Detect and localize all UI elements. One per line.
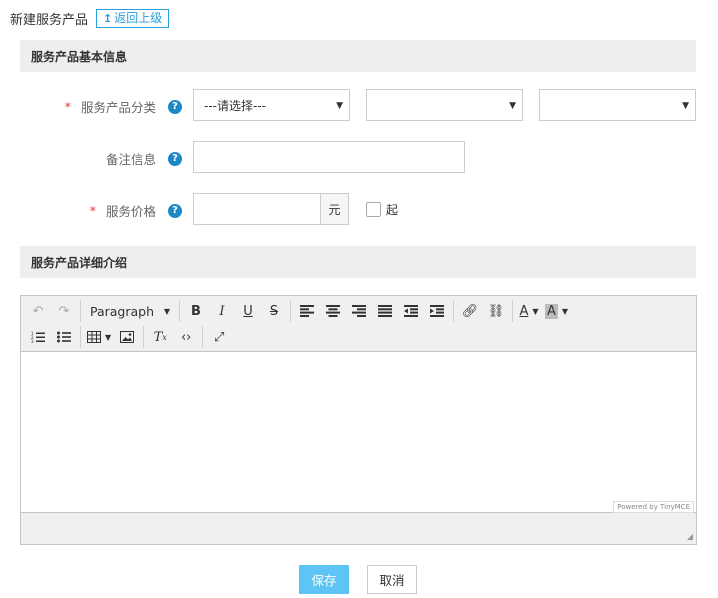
underline-icon[interactable]: U: [235, 300, 261, 322]
form-actions: 保存 取消: [0, 565, 718, 594]
section-basic-info: 服务产品基本信息: [20, 40, 696, 72]
section-detail: 服务产品详细介绍: [20, 246, 696, 278]
undo-icon[interactable]: ↶: [25, 300, 51, 322]
chevron-down-icon: ▼: [509, 101, 516, 111]
align-justify-icon[interactable]: [372, 300, 398, 322]
back-label: 返回上级: [114, 10, 163, 25]
toolbar-row-2: 123 ▼ Tx ‹› ⤢: [25, 324, 692, 350]
toolbar-divider: [80, 326, 81, 348]
category-row: * 服务产品分类 ? ---请选择--- ▼ ▼ ▼: [20, 89, 696, 121]
help-icon[interactable]: ?: [168, 151, 182, 166]
remark-input[interactable]: [193, 141, 465, 173]
strikethrough-icon[interactable]: S: [261, 300, 287, 322]
price-label-group: * 服务价格 ?: [90, 201, 182, 220]
remark-label-group: 备注信息 ?: [106, 149, 182, 168]
category-select-2[interactable]: ▼: [366, 89, 523, 121]
category-label: 服务产品分类: [80, 100, 156, 115]
save-button[interactable]: 保存: [299, 565, 349, 594]
align-right-icon[interactable]: [346, 300, 372, 322]
toolbar-divider: [453, 300, 454, 322]
required-mark: *: [89, 203, 96, 218]
outdent-icon[interactable]: [398, 300, 424, 322]
numbered-list-icon[interactable]: 123: [25, 326, 51, 348]
powered-by-label[interactable]: Powered by TinyMCE: [613, 501, 694, 513]
help-icon[interactable]: ?: [168, 203, 182, 218]
align-left-icon[interactable]: [294, 300, 320, 322]
fullscreen-icon[interactable]: ⤢: [206, 326, 232, 348]
format-label: Paragraph: [90, 303, 155, 319]
clear-formatting-icon[interactable]: Tx: [147, 326, 173, 348]
back-arrow-icon: ↥: [103, 11, 113, 25]
chevron-down-icon: ▼: [682, 101, 689, 111]
help-icon[interactable]: ?: [168, 99, 182, 114]
align-center-icon[interactable]: [320, 300, 346, 322]
toolbar-divider: [512, 300, 513, 322]
format-select[interactable]: Paragraph ▼: [84, 300, 176, 322]
image-icon[interactable]: [114, 326, 140, 348]
editor-toolbar: ↶ ↷ Paragraph ▼ B I U S 🔗︎ ⛓︎ A ▼ A ▼ 1 …: [21, 296, 696, 352]
svg-text:3: 3: [31, 339, 34, 343]
rich-text-editor: ↶ ↷ Paragraph ▼ B I U S 🔗︎ ⛓︎ A ▼ A ▼ 1 …: [20, 295, 697, 545]
link-icon[interactable]: 🔗︎: [457, 300, 483, 322]
price-from-label: 起: [386, 203, 399, 217]
source-code-icon[interactable]: ‹›: [173, 326, 199, 348]
price-from-option[interactable]: 起: [366, 201, 398, 218]
price-row: * 服务价格 ? 元 起: [20, 193, 696, 225]
table-icon[interactable]: ▼: [84, 326, 114, 348]
page-title: 新建服务产品: [10, 12, 89, 28]
category-label-group: * 服务产品分类 ?: [65, 97, 182, 116]
toolbar-divider: [202, 326, 204, 348]
toolbar-divider: [143, 326, 145, 348]
category-select-1[interactable]: ---请选择--- ▼: [193, 89, 350, 121]
remark-row: 备注信息 ?: [20, 141, 696, 173]
toolbar-divider: [80, 300, 81, 322]
required-mark: *: [64, 99, 71, 114]
text-color-icon[interactable]: A ▼: [516, 300, 542, 322]
remark-label: 备注信息: [105, 152, 156, 167]
cancel-button[interactable]: 取消: [367, 565, 417, 594]
editor-statusbar: Powered by TinyMCE ◢: [21, 501, 696, 544]
toolbar-divider: [179, 300, 180, 322]
italic-icon[interactable]: I: [209, 300, 235, 322]
toolbar-divider: [290, 300, 291, 322]
redo-icon[interactable]: ↷: [51, 300, 77, 322]
category-select-1-value: ---请选择---: [204, 98, 266, 113]
price-input-group: 元: [193, 193, 349, 225]
background-color-icon[interactable]: A ▼: [542, 300, 571, 322]
editor-content-area[interactable]: [21, 352, 696, 512]
category-select-3[interactable]: ▼: [539, 89, 696, 121]
price-from-checkbox[interactable]: [366, 202, 381, 217]
back-button[interactable]: ↥ 返回上级: [96, 8, 170, 28]
price-label: 服务价格: [105, 204, 156, 219]
unlink-icon[interactable]: ⛓︎: [483, 300, 509, 322]
chevron-down-icon: ▼: [336, 101, 343, 111]
page-header: 新建服务产品 ↥ 返回上级: [10, 8, 170, 28]
indent-icon[interactable]: [424, 300, 450, 322]
resize-handle-icon[interactable]: ◢: [687, 532, 693, 541]
price-unit: 元: [321, 193, 349, 225]
bold-icon[interactable]: B: [183, 300, 209, 322]
bullet-list-icon[interactable]: [51, 326, 77, 348]
toolbar-row-1: ↶ ↷ Paragraph ▼ B I U S 🔗︎ ⛓︎ A ▼ A ▼: [25, 298, 692, 324]
chevron-down-icon: ▼: [163, 306, 170, 316]
price-input[interactable]: [193, 193, 321, 225]
